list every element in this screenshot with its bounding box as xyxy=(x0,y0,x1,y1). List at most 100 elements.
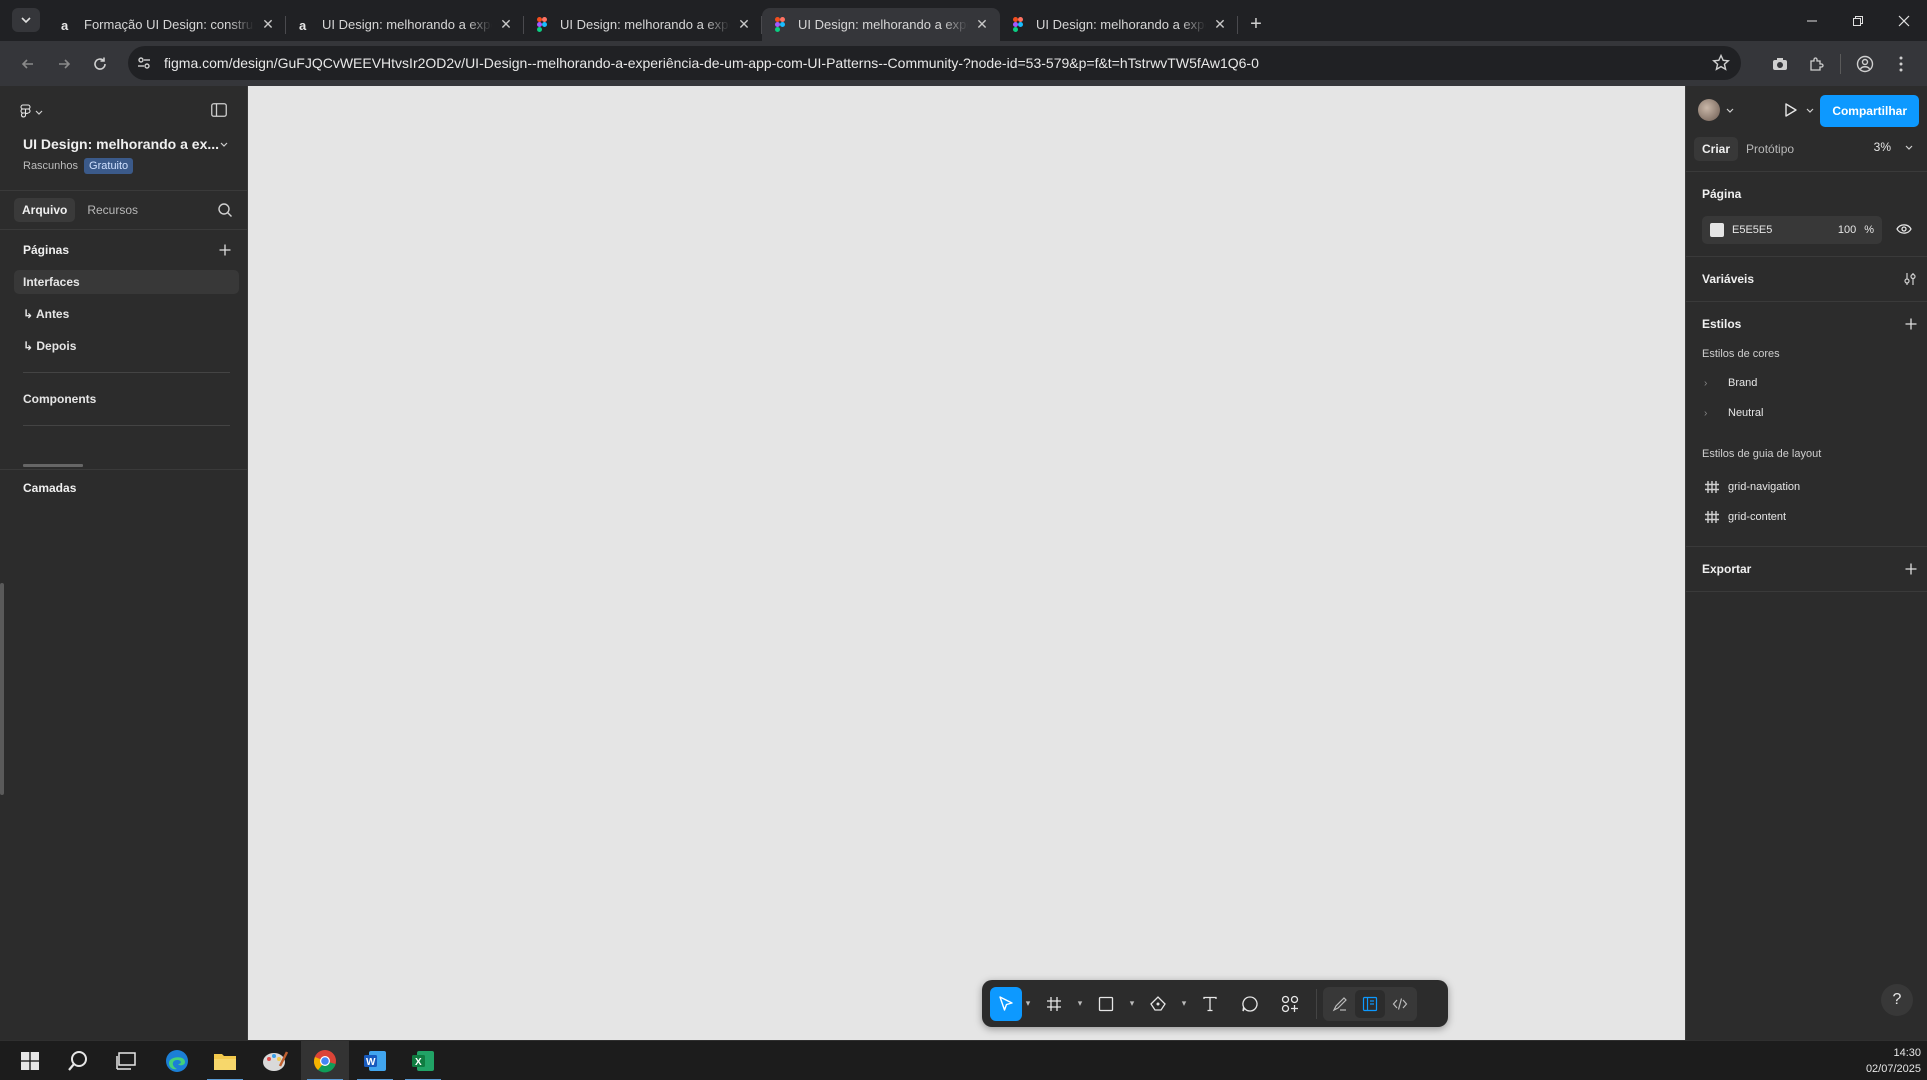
left-panel: UI Design: melhorando a ex... Rascunhos … xyxy=(0,86,248,1040)
task-view-icon[interactable] xyxy=(102,1041,150,1080)
fill-opacity-value[interactable]: 100 xyxy=(1824,224,1856,236)
draw-mode-button[interactable] xyxy=(1325,987,1355,1021)
divider xyxy=(1316,988,1317,1019)
chevron-down-icon[interactable] xyxy=(1806,106,1814,114)
tab-close-icon[interactable]: ✕ xyxy=(1212,16,1228,33)
help-button[interactable]: ? xyxy=(1881,984,1913,1016)
design-canvas[interactable]: ▾ ▾ ▾ ▾ xyxy=(248,86,1685,1040)
browser-tab[interactable]: a UI Design: melhorando a experiência ✕ xyxy=(286,8,524,41)
plan-badge: Gratuito xyxy=(84,158,134,174)
move-tool[interactable] xyxy=(990,986,1022,1021)
layout-styles-title: Estilos de guia de layout xyxy=(1702,448,1822,460)
tab-close-icon[interactable]: ✕ xyxy=(498,16,514,33)
word-app-icon[interactable]: W xyxy=(351,1041,399,1080)
close-window-icon[interactable] xyxy=(1881,0,1927,41)
tab-recursos[interactable]: Recursos xyxy=(79,198,146,222)
file-explorer-icon[interactable] xyxy=(201,1041,249,1080)
page-item-interfaces[interactable]: Interfaces xyxy=(14,270,239,294)
search-icon[interactable] xyxy=(217,202,233,218)
share-button[interactable]: Compartilhar xyxy=(1820,95,1919,127)
tab-close-icon[interactable]: ✕ xyxy=(736,16,752,33)
search-icon[interactable] xyxy=(54,1041,102,1080)
back-icon[interactable] xyxy=(10,46,46,82)
figma-main-menu[interactable] xyxy=(20,104,43,120)
avatar[interactable] xyxy=(1698,99,1720,121)
reload-icon[interactable] xyxy=(82,46,118,82)
profile-icon[interactable] xyxy=(1847,46,1883,82)
restore-icon[interactable] xyxy=(1835,0,1881,41)
tab-search-button[interactable] xyxy=(12,8,40,32)
tab-close-icon[interactable]: ✕ xyxy=(260,16,276,33)
comment-tool[interactable] xyxy=(1230,987,1270,1021)
chrome-browser-icon[interactable] xyxy=(301,1041,349,1080)
text-tool[interactable] xyxy=(1190,987,1230,1021)
alura-icon: a xyxy=(296,17,312,33)
edge-browser-icon[interactable] xyxy=(153,1041,201,1080)
shape-tool[interactable] xyxy=(1086,987,1126,1021)
style-item-label: grid-content xyxy=(1728,511,1787,523)
page-item-components[interactable]: Components xyxy=(23,387,239,411)
menu-kebab-icon[interactable] xyxy=(1883,46,1919,82)
style-item-label: grid-navigation xyxy=(1728,481,1801,493)
camera-extension-icon[interactable] xyxy=(1762,46,1798,82)
tab-prototipo[interactable]: Protótipo xyxy=(1738,137,1802,161)
browser-tabstrip: a Formação UI Design: construindo ✕ a UI… xyxy=(0,0,1927,41)
right-panel: Compartilhar Criar Protótipo 3% Página E… xyxy=(1685,86,1927,1040)
extensions-puzzle-icon[interactable] xyxy=(1798,46,1834,82)
style-item-label: Neutral xyxy=(1728,407,1764,419)
eye-icon[interactable] xyxy=(1896,223,1912,238)
frame-tool[interactable] xyxy=(1034,987,1074,1021)
new-tab-button[interactable]: + xyxy=(1242,10,1270,38)
pen-tool[interactable] xyxy=(1138,987,1178,1021)
tools-toolbar: ▾ ▾ ▾ ▾ xyxy=(982,980,1448,1027)
file-location-text[interactable]: Rascunhos xyxy=(23,160,78,172)
style-item-grid-navigation[interactable]: grid-navigation xyxy=(1686,472,1927,502)
panel-resize-handle[interactable] xyxy=(0,583,4,795)
present-play-icon[interactable] xyxy=(1780,100,1800,120)
tab-close-icon[interactable]: ✕ xyxy=(974,16,990,33)
add-style-icon[interactable] xyxy=(1905,318,1917,330)
variables-sliders-icon[interactable] xyxy=(1903,272,1917,286)
browser-tab[interactable]: a Formação UI Design: construindo ✕ xyxy=(48,8,286,41)
bookmark-star-icon[interactable] xyxy=(1711,53,1731,73)
layout-grid-icon xyxy=(1705,511,1719,523)
site-settings-icon[interactable] xyxy=(136,55,152,71)
layout-grid-icon xyxy=(1705,481,1719,493)
system-clock[interactable]: 14:30 02/07/2025 xyxy=(1866,1045,1921,1077)
tab-criar[interactable]: Criar xyxy=(1694,136,1739,161)
url-text: figma.com/design/GuFJQCvWEEVHtvsIr2OD2v/… xyxy=(164,55,1259,71)
browser-tab[interactable]: UI Design: melhorando a experiência ✕ xyxy=(524,8,762,41)
style-item-grid-content[interactable]: grid-content xyxy=(1686,502,1927,532)
file-title[interactable]: UI Design: melhorando a ex... xyxy=(23,136,228,152)
chevron-down-icon[interactable]: ▾ xyxy=(1126,998,1138,1009)
chevron-down-icon[interactable]: ▾ xyxy=(1178,998,1190,1009)
page-item-antes[interactable]: ↳ Antes xyxy=(14,302,239,326)
variables-section-header[interactable]: Variáveis xyxy=(1686,257,1927,301)
address-bar[interactable]: figma.com/design/GuFJQCvWEEVHtvsIr2OD2v/… xyxy=(128,46,1741,80)
forward-icon[interactable] xyxy=(46,46,82,82)
tab-arquivo[interactable]: Arquivo xyxy=(14,198,76,222)
actions-tool[interactable] xyxy=(1270,987,1310,1021)
style-item-brand[interactable]: › Brand xyxy=(1686,368,1927,398)
design-mode-button[interactable] xyxy=(1355,989,1385,1018)
paint-app-icon[interactable] xyxy=(251,1041,299,1080)
start-windows-icon[interactable] xyxy=(6,1041,54,1080)
browser-tab-active[interactable]: UI Design: melhorando a experiência ✕ xyxy=(762,8,1000,41)
chevron-down-icon xyxy=(220,142,228,147)
add-page-icon[interactable] xyxy=(219,244,231,256)
page-item-depois[interactable]: ↳ Depois xyxy=(14,334,239,358)
chevron-down-icon[interactable]: ▾ xyxy=(1022,998,1034,1009)
zoom-control[interactable]: 3% xyxy=(1874,140,1913,154)
page-fill-field[interactable]: E5E5E5 100 % xyxy=(1702,216,1882,244)
excel-app-icon[interactable]: X xyxy=(399,1041,447,1080)
browser-tab[interactable]: UI Design: melhorando a experiência ✕ xyxy=(1000,8,1238,41)
color-swatch[interactable] xyxy=(1710,223,1724,237)
toggle-sidebar-icon[interactable] xyxy=(211,102,227,122)
style-item-neutral[interactable]: › Neutral xyxy=(1686,398,1927,428)
minimize-icon[interactable] xyxy=(1789,0,1835,41)
fill-hex-value[interactable]: E5E5E5 xyxy=(1732,224,1824,236)
chevron-down-icon[interactable] xyxy=(1726,106,1734,114)
chevron-down-icon[interactable]: ▾ xyxy=(1074,998,1086,1009)
dev-mode-button[interactable] xyxy=(1385,987,1415,1021)
add-export-icon[interactable] xyxy=(1905,563,1917,575)
